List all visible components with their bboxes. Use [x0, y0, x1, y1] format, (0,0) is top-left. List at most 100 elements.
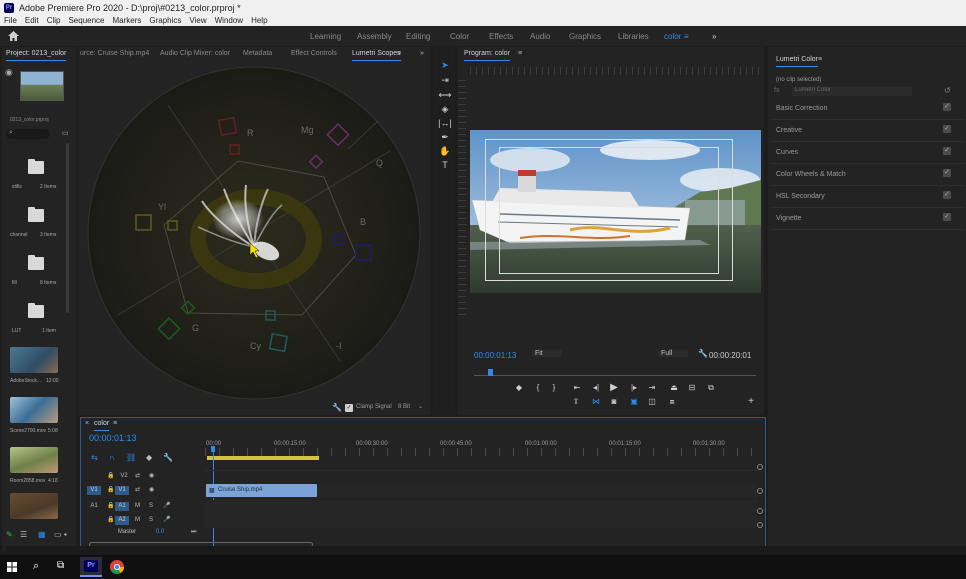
workspace-menu-icon[interactable]: ≡: [684, 32, 689, 41]
menu-help[interactable]: Help: [251, 16, 267, 25]
camera-snapshot-icon[interactable]: ◙: [608, 397, 620, 407]
workspace-assembly[interactable]: Assembly: [357, 32, 392, 41]
audio-clip-mixer-tab[interactable]: Audio Clip Mixer: color: [160, 50, 230, 57]
reset-icon[interactable]: ↺: [944, 86, 951, 95]
program-scrubber-track[interactable]: [474, 375, 756, 376]
menu-edit[interactable]: Edit: [25, 16, 39, 25]
panel-menu-icon[interactable]: ≡: [818, 56, 822, 63]
source-patch-v1[interactable]: V1: [87, 486, 101, 495]
menu-markers[interactable]: Markers: [113, 16, 142, 25]
workspace-editing[interactable]: Editing: [406, 32, 430, 41]
source-patch-a1[interactable]: A1: [89, 502, 99, 511]
master-value[interactable]: 0.0: [153, 528, 167, 537]
workspace-effects[interactable]: Effects: [489, 32, 513, 41]
clamp-signal-checkbox[interactable]: ✓: [345, 404, 353, 412]
close-icon[interactable]: ×: [85, 420, 89, 427]
source-tab[interactable]: urce: Cruise Ship.mp4: [80, 50, 149, 57]
workspace-color-custom[interactable]: color: [664, 32, 681, 41]
menu-window[interactable]: Window: [215, 16, 243, 25]
mute-icon[interactable]: M: [135, 516, 140, 525]
solo-icon[interactable]: S: [149, 516, 153, 525]
type-tool-icon[interactable]: T: [438, 159, 452, 171]
media-item[interactable]: [2, 493, 68, 523]
sync-lock-icon[interactable]: ⇄: [135, 486, 140, 495]
lumetri-section-checkbox[interactable]: ✓: [943, 103, 951, 111]
home-icon[interactable]: [8, 31, 19, 41]
media-item[interactable]: Scene2700.mov 5:08: [2, 395, 68, 439]
selection-tool-icon[interactable]: ➤: [438, 59, 452, 71]
timeline-timecode[interactable]: 00:00:01:13: [89, 433, 137, 443]
lock-icon[interactable]: 🔒: [107, 486, 114, 495]
panel-menu-icon[interactable]: ≡: [113, 420, 117, 427]
bin-item[interactable]: LUT 1 Item: [2, 291, 62, 335]
program-timecode[interactable]: 00:00:01:13: [474, 351, 516, 360]
new-item-icon[interactable]: ▪: [64, 530, 67, 539]
lock-icon[interactable]: 🔒: [107, 516, 114, 525]
step-back-icon[interactable]: ◂|: [590, 383, 602, 393]
add-marker-icon[interactable]: ◆: [146, 453, 152, 462]
bin-item[interactable]: stills 2 Items: [2, 147, 62, 191]
lift-icon[interactable]: ⏏: [668, 383, 680, 393]
solo-icon[interactable]: S: [149, 502, 153, 511]
go-to-end-icon[interactable]: ⏭: [191, 528, 196, 537]
lock-icon[interactable]: 🔒: [107, 502, 114, 511]
lumetri-section[interactable]: Basic Correction ✓: [770, 98, 965, 120]
mark-in-icon[interactable]: {: [532, 383, 544, 393]
slip-tool-icon[interactable]: |↔|: [438, 117, 452, 129]
add-button-icon[interactable]: +: [745, 397, 757, 407]
panel-more-icon[interactable]: »: [420, 50, 424, 57]
track-name[interactable]: V1: [115, 486, 129, 495]
ripple-edit-tool-icon[interactable]: ⟷: [438, 89, 452, 101]
lumetri-section[interactable]: HSL Secondary ✓: [770, 186, 965, 208]
media-item[interactable]: Room2858.mov 4:18: [2, 445, 68, 489]
fit-dropdown[interactable]: Fit: [532, 350, 562, 357]
workspace-libraries[interactable]: Libraries: [618, 32, 649, 41]
pencil-icon[interactable]: ✎: [6, 530, 13, 539]
bit-depth-select[interactable]: 8 Bit: [398, 404, 410, 410]
lumetri-section-checkbox[interactable]: ✓: [943, 169, 951, 177]
lumetri-section-checkbox[interactable]: ✓: [943, 213, 951, 221]
sync-lock-icon[interactable]: ⇄: [135, 472, 140, 481]
eye-icon[interactable]: ◉: [149, 486, 154, 495]
go-to-out-icon[interactable]: ⇥: [646, 383, 658, 393]
track-lane-a2[interactable]: [205, 514, 757, 528]
premiere-taskbar-button[interactable]: Pr: [80, 557, 102, 577]
project-search-input[interactable]: ⌕: [6, 129, 50, 139]
work-area-bar[interactable]: [207, 456, 319, 460]
vertical-zoom-handle[interactable]: [757, 464, 763, 470]
start-icon[interactable]: [7, 562, 17, 572]
extract-icon[interactable]: ⊟: [686, 383, 698, 393]
track-name[interactable]: A1: [115, 502, 129, 511]
chrome-icon[interactable]: [110, 560, 124, 574]
workspace-color[interactable]: Color: [450, 32, 469, 41]
taskview-icon[interactable]: ⧉: [57, 560, 64, 571]
add-marker-icon[interactable]: ◆: [513, 383, 525, 393]
lumetri-dropdown[interactable]: Lumetri Color: [792, 87, 912, 96]
program-playhead[interactable]: [488, 369, 493, 376]
vertical-zoom-handle[interactable]: [757, 508, 763, 514]
overwrite-icon[interactable]: ⋈: [590, 397, 602, 407]
program-tab[interactable]: Program: color: [464, 50, 510, 61]
menu-clip[interactable]: Clip: [47, 16, 61, 25]
mute-icon[interactable]: M: [135, 502, 140, 511]
go-to-in-icon[interactable]: ⇤: [571, 383, 583, 393]
safe-margins-icon[interactable]: ▣: [628, 397, 640, 407]
list-view-icon[interactable]: ☰: [20, 530, 27, 539]
vertical-zoom-handle[interactable]: [757, 488, 763, 494]
menu-sequence[interactable]: Sequence: [68, 16, 104, 25]
quality-dropdown[interactable]: Full: [658, 350, 688, 357]
nest-icon[interactable]: ⇆: [91, 453, 98, 462]
snap-icon[interactable]: ∩: [109, 453, 115, 462]
lumetri-color-tab[interactable]: Lumetri Color: [776, 56, 819, 67]
panel-menu-icon[interactable]: ≡: [397, 50, 401, 57]
lumetri-scopes-tab[interactable]: Lumetri Scopes: [352, 50, 401, 61]
workspace-graphics[interactable]: Graphics: [569, 32, 601, 41]
step-forward-icon[interactable]: |▸: [628, 383, 640, 393]
freeform-view-icon[interactable]: ▭: [54, 530, 62, 539]
pen-tool-icon[interactable]: ✒: [438, 131, 452, 143]
razor-tool-icon[interactable]: ◈: [438, 103, 452, 115]
bin-item[interactable]: fill 8 Items: [2, 243, 62, 287]
lumetri-section[interactable]: Color Wheels & Match ✓: [770, 164, 965, 186]
microphone-icon[interactable]: 🎤: [163, 516, 170, 525]
vr-video-icon[interactable]: ⧈: [666, 397, 678, 407]
